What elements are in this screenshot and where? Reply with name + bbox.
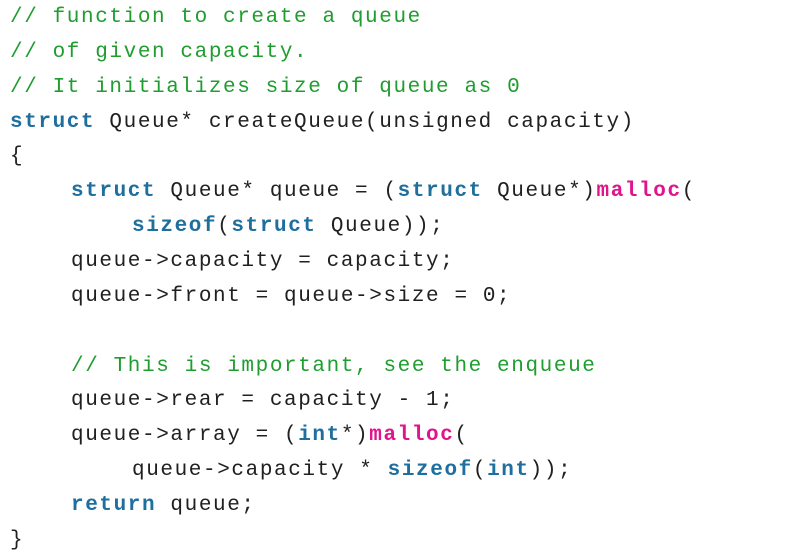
code-line: // This is important, see the enqueue — [71, 349, 596, 384]
code-token-keyword: struct — [397, 180, 483, 204]
code-token-plain: ( — [472, 459, 488, 483]
code-line: } — [10, 523, 24, 558]
code-token-plain: )); — [529, 459, 573, 483]
code-token-keyword: int — [298, 424, 341, 448]
code-token-keyword: return — [71, 493, 157, 517]
code-token-function: malloc — [369, 424, 455, 448]
code-token-function: malloc — [596, 180, 682, 204]
code-token-plain: queue->rear = capacity - 1; — [71, 389, 455, 413]
code-token-plain: Queue* createQueue(unsigned capacity) — [95, 110, 635, 134]
code-line: return queue; — [71, 488, 256, 523]
code-line: queue->array = (int*)malloc( — [71, 418, 469, 453]
code-token-keyword: sizeof — [387, 459, 473, 483]
code-token-plain: ( — [681, 180, 696, 204]
code-token-plain: ( — [217, 215, 232, 239]
code-token-plain: queue->capacity = capacity; — [71, 249, 455, 273]
code-token-keyword: struct — [231, 215, 317, 239]
code-line: struct Queue* queue = (struct Queue*)mal… — [71, 174, 696, 209]
code-token-plain: Queue)); — [316, 215, 445, 239]
code-line: queue->rear = capacity - 1; — [71, 383, 454, 418]
code-token-plain: queue; — [156, 493, 256, 517]
code-line: queue->capacity * sizeof(int)); — [132, 453, 572, 488]
code-line: { — [10, 139, 24, 174]
code-token-plain: queue->front = queue->size = 0; — [71, 284, 512, 308]
code-token-plain: Queue* queue = ( — [156, 180, 398, 204]
code-token-plain: } — [10, 528, 25, 552]
code-token-plain: *) — [340, 424, 370, 448]
code-token-keyword: struct — [10, 110, 96, 134]
code-line: // function to create a queue — [10, 0, 422, 35]
code-token-plain: { — [10, 145, 25, 169]
code-token-plain: queue->array = ( — [71, 424, 299, 448]
code-token-keyword: int — [487, 459, 530, 483]
code-token-keyword: sizeof — [132, 215, 218, 239]
code-token-plain: ( — [454, 424, 469, 448]
code-line: queue->capacity = capacity; — [71, 244, 454, 279]
code-line: // It initializes size of queue as 0 — [10, 70, 521, 105]
code-line: queue->front = queue->size = 0; — [71, 279, 511, 314]
code-token-comment: // This is important, see the enqueue — [71, 354, 597, 378]
code-line: struct Queue* createQueue(unsigned capac… — [10, 105, 635, 140]
code-token-comment: // function to create a queue — [10, 6, 422, 29]
code-token-plain: queue->capacity * — [132, 459, 388, 483]
code-token-comment: // It initializes size of queue as 0 — [10, 75, 522, 99]
code-block: // function to create a queue // of given… — [0, 0, 787, 556]
code-token-plain: Queue*) — [482, 180, 597, 204]
code-token-comment: // of given capacity. — [10, 40, 309, 64]
code-token-keyword: struct — [71, 180, 157, 204]
code-line: sizeof(struct Queue)); — [132, 209, 444, 244]
code-line: // of given capacity. — [10, 35, 308, 70]
